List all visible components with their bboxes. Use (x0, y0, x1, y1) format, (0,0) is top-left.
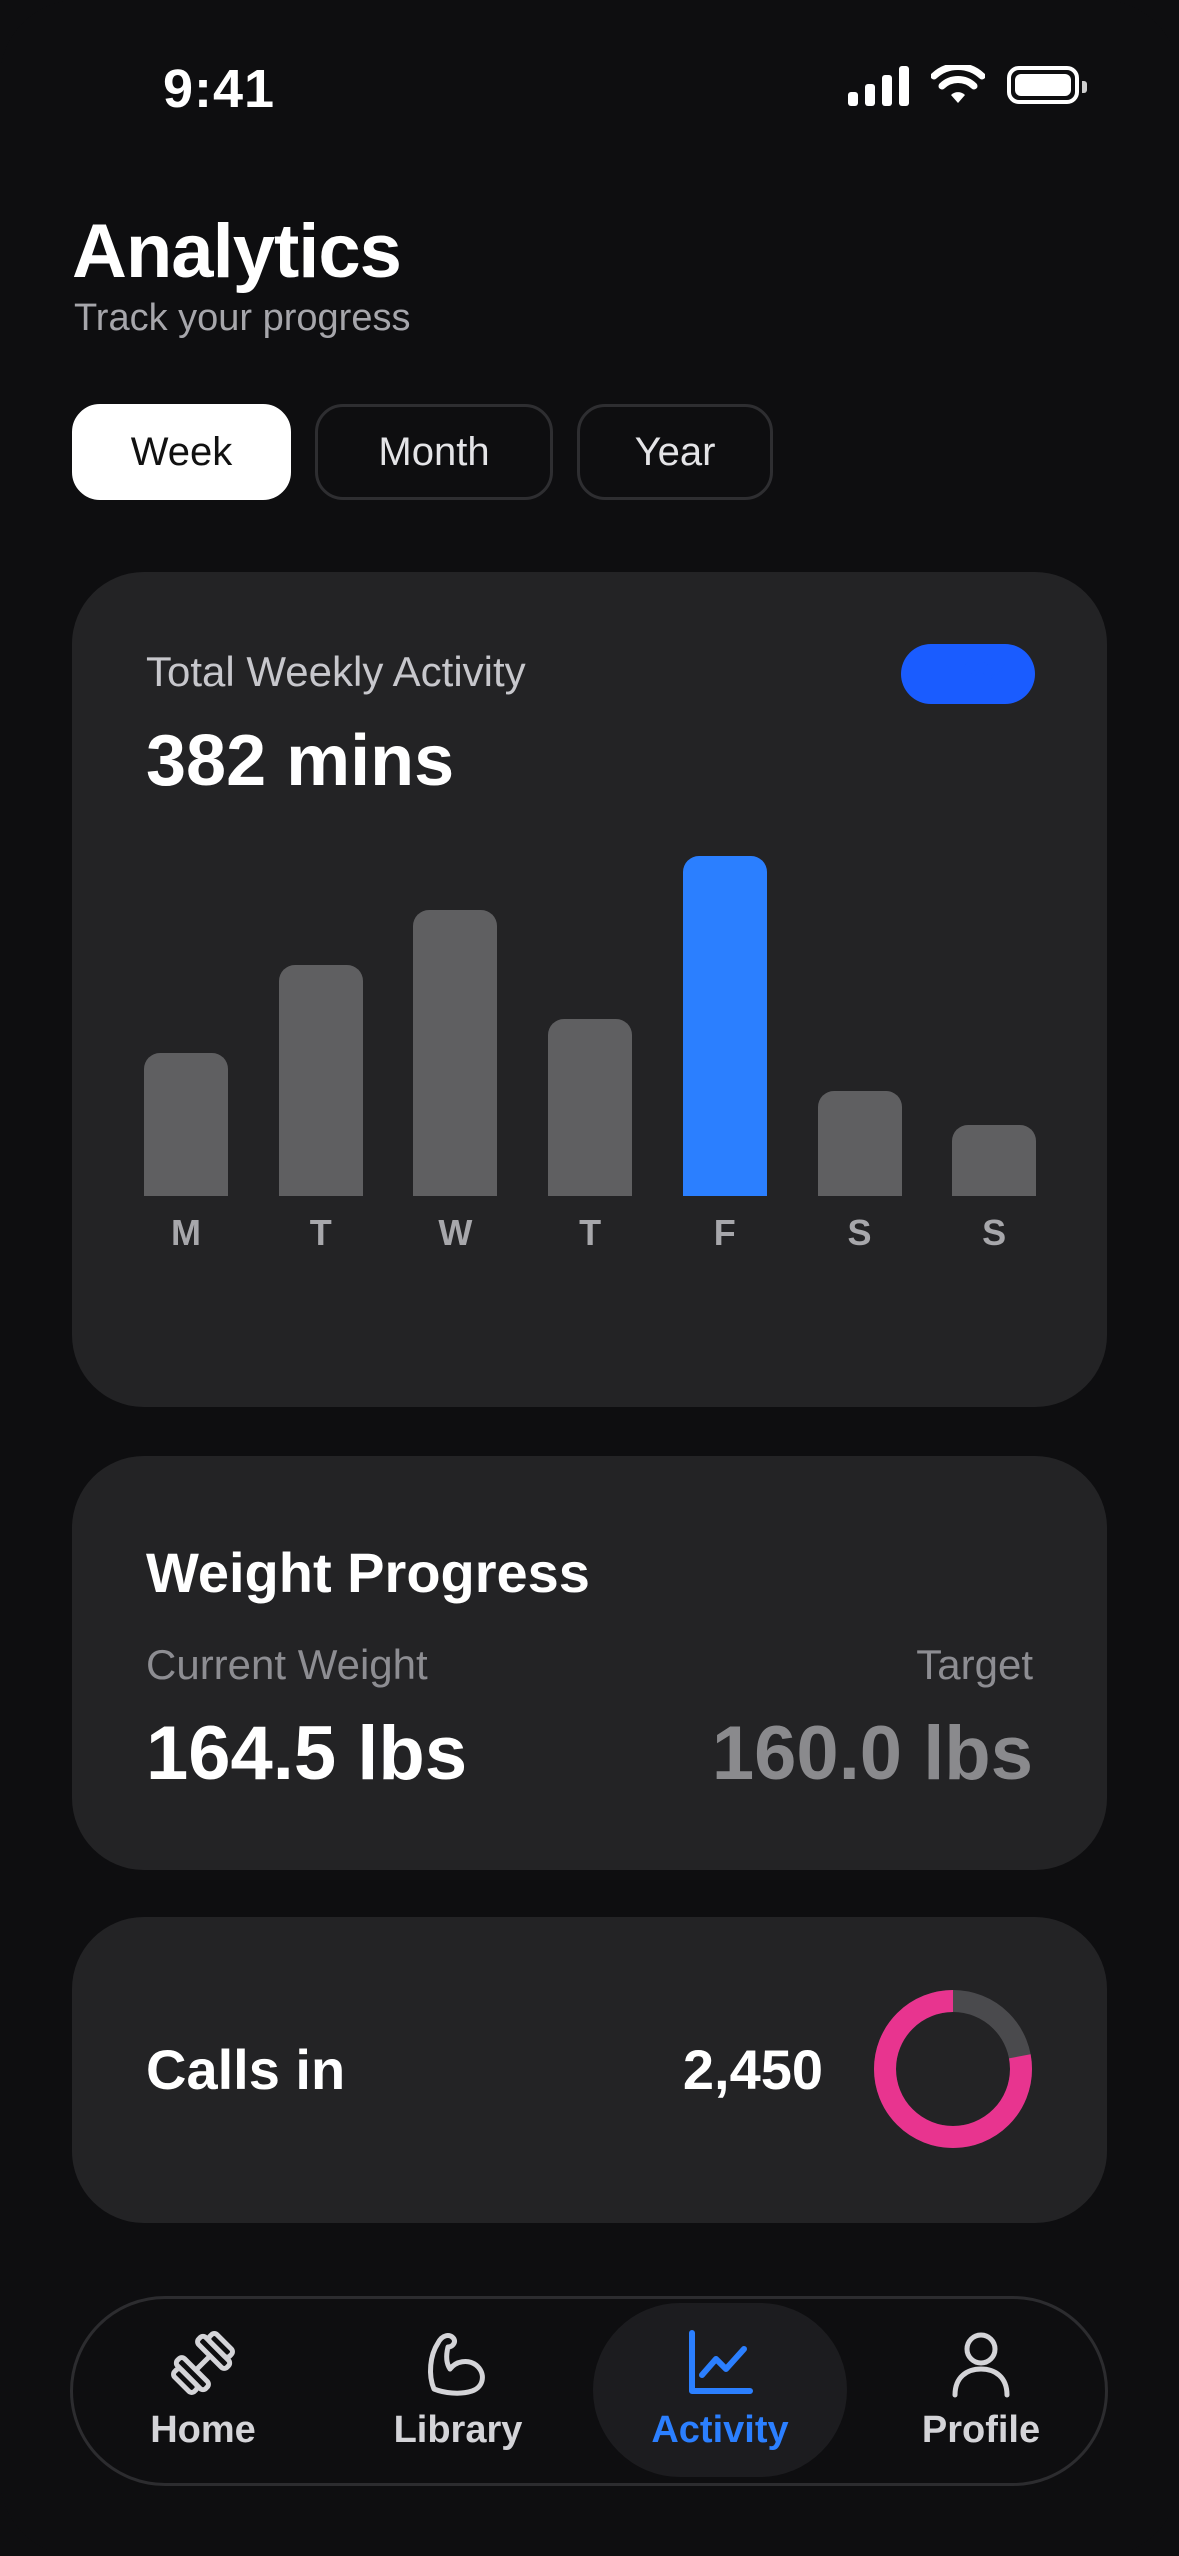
chart-tick-label-1: T (309, 1212, 332, 1253)
activity-label: Total Weekly Activity (146, 648, 526, 695)
chart-bar-3[interactable] (548, 1019, 633, 1196)
change-badge: +12% (901, 644, 1035, 704)
status-time: 9:41 (163, 59, 276, 119)
chart-bar-5[interactable] (817, 1091, 902, 1196)
status-icons (848, 64, 1087, 106)
battery-icon (1007, 66, 1087, 104)
chart-tick-label-0: M (171, 1212, 201, 1253)
chart-tick-label-3: T (579, 1212, 602, 1253)
activity-card: Total Weekly Activity 382 mins +12% M T W T… (72, 572, 1107, 1407)
tab-year[interactable]: Year (577, 404, 773, 500)
current-weight-label: Current Weight (146, 1641, 428, 1688)
chart-tick-label-5: S (847, 1212, 872, 1253)
chart-bar-1[interactable] (278, 965, 363, 1196)
screen: 9:41 Analytics Track your progress Week … (0, 0, 1179, 2556)
weight-title: Weight Progress (146, 1541, 590, 1604)
calls-card: Calls in 2,450 (72, 1917, 1107, 2223)
calls-progress-ring (874, 1990, 1032, 2148)
chart-bar-2[interactable] (413, 910, 498, 1196)
bottom-nav: Home Library Activity Profile (70, 2296, 1108, 2486)
nav-item-activity[interactable]: Activity (593, 2299, 847, 2483)
chart-tick-label-6: S (982, 1212, 1007, 1253)
chart-tick-label-4: F (713, 1212, 736, 1253)
nav-item-home[interactable]: Home (76, 2299, 330, 2483)
period-tabs: Week Month Year (72, 404, 773, 500)
chart-bar-4[interactable] (682, 856, 767, 1196)
wifi-icon (931, 65, 985, 103)
calls-label: Calls in (146, 2038, 346, 2101)
current-weight-value: 164.5 lbs (146, 1711, 468, 1796)
chart-bar-0[interactable] (144, 1053, 228, 1196)
tab-week[interactable]: Week (72, 404, 291, 500)
chart-bar-6[interactable] (952, 1125, 1037, 1196)
page-subtitle: Track your progress (74, 297, 411, 339)
dumbbell-icon (171, 2330, 235, 2395)
nav-label-profile: Profile (921, 2408, 1041, 2451)
nav-item-profile[interactable]: Profile (854, 2299, 1108, 2483)
tab-month[interactable]: Month (315, 404, 553, 500)
nav-label-activity: Activity (651, 2408, 789, 2451)
calls-value: 2,450 (682, 2038, 823, 2101)
chart-line-icon (689, 2329, 753, 2394)
user-icon (952, 2332, 1010, 2397)
nav-label-library: Library (393, 2408, 523, 2451)
nav-item-library[interactable]: Library (331, 2299, 585, 2483)
chart-tick-label-2: W (438, 1212, 473, 1253)
target-weight-value: 160.0 lbs (711, 1711, 1033, 1796)
page-title: Analytics (72, 209, 402, 294)
signal-icon (848, 64, 909, 106)
target-weight-label: Target (916, 1641, 1033, 1688)
bicep-icon (428, 2332, 485, 2396)
weekly-bar-chart: MTWTFSS (144, 856, 1037, 1292)
activity-value: 382 mins (146, 721, 455, 801)
nav-label-home: Home (150, 2408, 256, 2451)
weight-card: Weight Progress Current Weight 164.5 lbs… (72, 1456, 1107, 1870)
